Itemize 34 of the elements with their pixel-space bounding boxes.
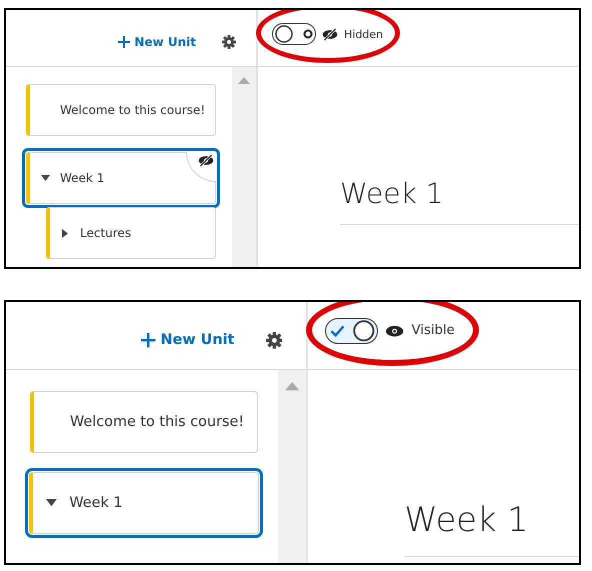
caret-down-icon[interactable] (40, 175, 50, 181)
plus-icon (141, 333, 156, 348)
unit-heading: Week 1 (340, 177, 579, 225)
unit-title: Week 1 (60, 171, 104, 185)
caret-right-icon[interactable] (62, 228, 68, 238)
eye-slash-icon (198, 154, 214, 167)
unit-card[interactable]: Welcome to this course! (30, 390, 258, 454)
plus-icon (118, 36, 130, 48)
new-unit-button[interactable]: New Unit (141, 332, 234, 348)
new-unit-button[interactable]: New Unit (118, 35, 196, 49)
unit-title: Welcome to this course! (70, 414, 244, 430)
visibility-toggle[interactable] (272, 23, 316, 45)
unit-title: Welcome to this course! (60, 103, 206, 117)
unit-card[interactable]: Welcome to this course! (26, 84, 216, 136)
visibility-label: Hidden (344, 28, 384, 40)
ring-icon (303, 29, 313, 39)
unit-title: Week 1 (69, 494, 123, 511)
eye-slash-icon (322, 28, 338, 40)
eye-icon (385, 324, 404, 338)
unit-card[interactable]: Week 1 (22, 148, 220, 208)
scrollbar[interactable] (278, 370, 306, 563)
scrollbar[interactable] (232, 67, 256, 267)
settings-icon[interactable] (222, 35, 236, 49)
visibility-toggle[interactable] (325, 318, 378, 344)
unit-card[interactable]: Lectures (46, 207, 216, 259)
visibility-label: Visible (412, 323, 455, 338)
toggle-knob (353, 320, 375, 342)
toggle-knob (275, 25, 293, 43)
unit-card[interactable]: Week 1 (25, 468, 264, 538)
settings-icon[interactable] (266, 332, 282, 349)
unit-heading: Week 1 (404, 500, 579, 557)
caret-down-icon[interactable] (46, 499, 57, 507)
check-icon (328, 324, 346, 338)
unit-title: Lectures (80, 226, 132, 240)
